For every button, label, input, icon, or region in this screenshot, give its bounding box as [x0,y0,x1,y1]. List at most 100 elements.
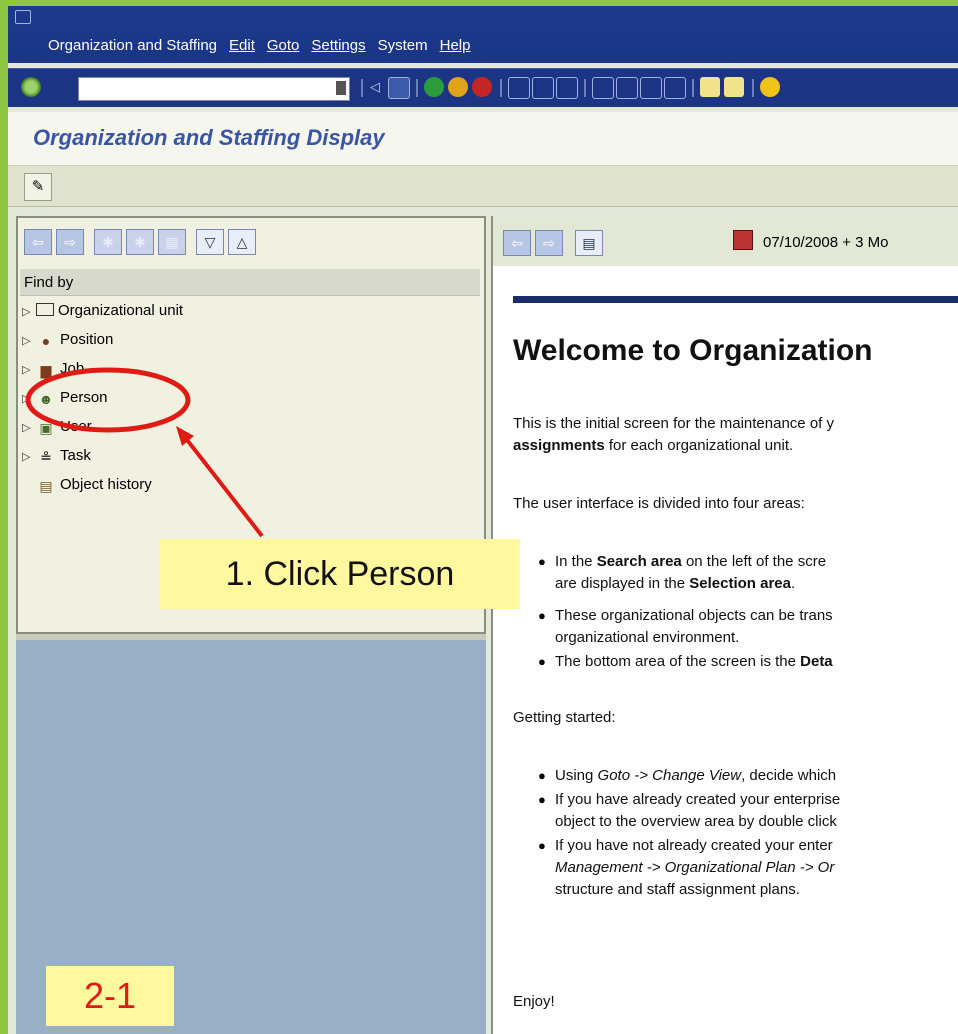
tree-item-user[interactable]: ▷ ▣ User [22,414,92,440]
print-icon[interactable] [508,77,530,99]
bullet: ● [538,768,546,783]
title-bar: Organization and Staffing Display [8,112,958,166]
tree-item-label: User [60,418,92,435]
next-page-icon[interactable] [640,77,662,99]
toolbar-separator [500,79,502,97]
bullet: ● [538,792,546,807]
bullet-text: structure and staff assignment plans. [555,881,800,898]
first-page-icon[interactable] [592,77,614,99]
tree-item-object-history[interactable]: ▤ Object history [22,472,152,498]
getting-started: Getting started: [513,709,616,726]
command-field[interactable] [78,77,350,101]
sap-window: Organization and Staffing Edit Goto Sett… [8,6,958,1034]
bullet-text: If you have already created your enterpr… [555,791,841,808]
enter-check-icon[interactable] [21,77,41,97]
menu-goto[interactable]: Goto [267,37,300,54]
back-arrow-icon[interactable]: ⇦ [503,230,531,256]
intro-line-1: This is the initial screen for the maint… [513,415,834,432]
bullet-text: object to the overview area by double cl… [555,813,837,830]
toolbar-separator [584,79,586,97]
bullet: ● [538,838,546,853]
position-icon: ● [41,333,51,349]
enjoy-text: Enjoy! [513,993,555,1010]
object-history-icon: ▤ [39,478,53,494]
bullet-text: If you have not already created your ent… [555,837,833,854]
period-value: + 3 Mo [842,234,889,251]
save-icon[interactable] [388,77,410,99]
header-rule [513,296,958,303]
previous-page-icon[interactable] [616,77,638,99]
bullet-text: Management -> Organizational Plan -> Or [555,859,835,876]
tree-item-label: Task [60,447,91,464]
tree-item-job[interactable]: ▷ ▆ Job [22,356,84,382]
bullet-text: are displayed in the Selection area. [555,575,796,592]
expand-triangle-icon[interactable]: ▷ [22,357,36,383]
menu-system[interactable]: System [378,37,428,54]
tree-item-label: Organizational unit [58,302,184,319]
tree-item-organizational-unit[interactable]: ▷ Organizational unit [22,298,183,324]
exit-icon[interactable] [448,77,468,97]
tree-item-person[interactable]: ▷ ☻ Person [22,385,108,411]
forward-arrow-icon[interactable]: ⇨ [56,229,84,255]
list-icon[interactable]: ▤ [575,230,603,256]
menu-help[interactable]: Help [440,37,471,54]
toolbar-separator [416,79,418,97]
calendar-icon[interactable] [733,230,753,250]
find-icon[interactable] [532,77,554,99]
expand-node-icon[interactable]: ✱ [94,229,122,255]
menu-organization-and-staffing[interactable]: Organization and Staffing [48,37,217,54]
back-arrow-icon[interactable]: ⇦ [24,229,52,255]
find-by-header: Find by [20,269,480,296]
help-icon[interactable] [760,77,780,97]
standard-toolbar: ◁ [8,68,958,107]
tree-item-position[interactable]: ▷ ● Position [22,327,113,353]
command-history-icon[interactable] [336,81,346,95]
bullet-text: organizational environment. [555,629,740,646]
menu-bar: Organization and Staffing Edit Goto Sett… [8,6,958,63]
shortcut-icon[interactable] [724,77,744,97]
org-unit-icon [36,303,54,316]
create-session-icon[interactable] [700,77,720,97]
welcome-heading: Welcome to Organization [513,334,873,367]
back-icon[interactable] [424,77,444,97]
tree-item-task[interactable]: ▷ ≗ Task [22,443,91,469]
date-range[interactable]: 07/10/2008 + 3 Mo [733,230,889,251]
find-next-icon[interactable] [556,77,578,99]
collapse-node-icon[interactable]: ✱ [126,229,154,255]
tree-item-label: Position [60,331,114,348]
expand-triangle-icon[interactable]: ▷ [22,444,36,470]
bullet-text: Using Goto -> Change View, decide which [555,767,837,784]
expand-triangle-icon[interactable]: ▷ [22,415,36,441]
menu-items: Organization and Staffing Edit Goto Sett… [48,37,470,54]
page-title: Organization and Staffing Display [33,125,385,150]
bullet: ● [538,554,546,569]
expand-triangle-icon[interactable]: ▷ [22,328,36,354]
task-icon: ≗ [40,449,52,465]
detail-toolbar: ⇦ ⇨ ▤ 07/10/2008 + 3 Mo [493,216,958,266]
expand-all-icon[interactable]: ▽ [196,229,224,255]
forward-arrow-icon[interactable]: ⇨ [535,230,563,256]
intro-line-2: assignments for each organizational unit… [513,437,794,454]
toolbar-separator [692,79,694,97]
tree-item-label: Person [60,389,108,406]
system-menu-icon[interactable] [15,10,31,24]
menu-settings[interactable]: Settings [311,37,365,54]
collapse-all-icon[interactable]: △ [228,229,256,255]
last-page-icon[interactable] [664,77,686,99]
refresh-icon[interactable]: ▦ [158,229,186,255]
tree-item-label: Object history [60,476,152,493]
expand-triangle-icon[interactable]: ▷ [22,299,36,325]
display-change-icon[interactable]: ✎ [24,173,52,201]
instruction-callout: 1. Click Person [160,539,520,609]
user-icon: ▣ [39,420,53,436]
toolbar-separator [361,79,363,97]
cancel-icon[interactable] [472,77,492,97]
person-icon: ☻ [38,391,54,407]
expand-triangle-icon[interactable]: ▷ [22,386,36,412]
bullet-text: The bottom area of the screen is the Det… [555,653,833,670]
bullet-text: In the Search area on the left of the sc… [555,553,827,570]
menu-edit[interactable]: Edit [229,37,255,54]
date-value: 07/10/2008 [763,234,839,251]
toolbar-separator [752,79,754,97]
nav-left-icon[interactable]: ◁ [370,77,380,97]
